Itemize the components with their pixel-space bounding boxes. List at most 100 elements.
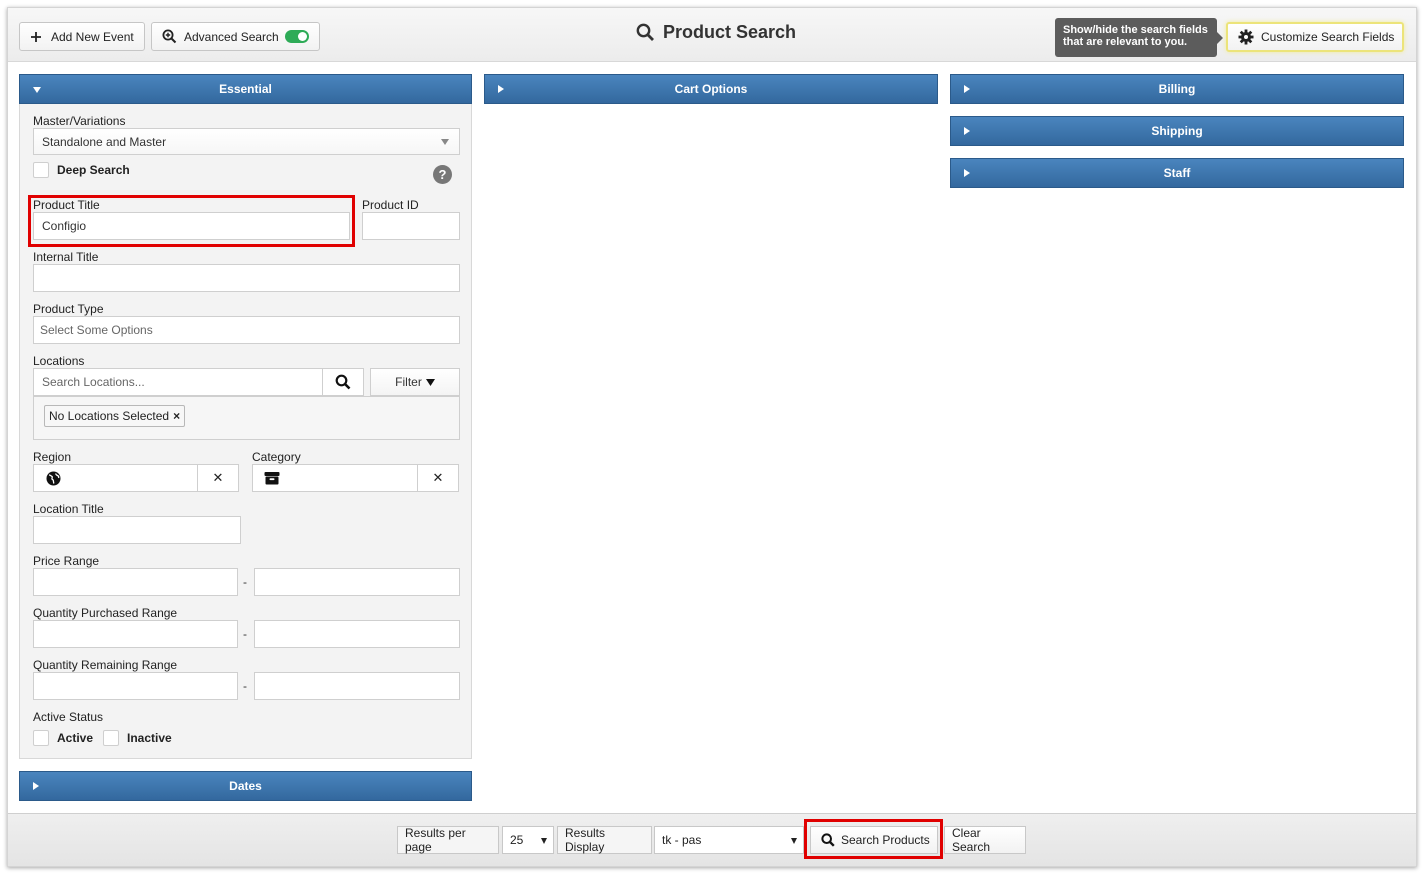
- locations-placeholder: Search Locations...: [42, 375, 145, 389]
- product-id-label: Product ID: [362, 198, 419, 212]
- help-icon[interactable]: ?: [433, 165, 452, 184]
- category-select[interactable]: [252, 464, 418, 492]
- price-range-max-input[interactable]: [254, 568, 460, 596]
- search-icon: [636, 23, 654, 41]
- results-display-value: tk - pas: [662, 833, 702, 847]
- locations-search-input[interactable]: Search Locations...: [33, 368, 323, 396]
- chevron-down-icon: [33, 87, 41, 93]
- no-locations-text: No Locations Selected: [49, 409, 170, 423]
- page-title-text: Product Search: [663, 22, 797, 42]
- category-clear-button[interactable]: ✕: [417, 464, 459, 492]
- advanced-search-toggle[interactable]: [284, 30, 309, 43]
- results-per-page-select[interactable]: 25: [502, 826, 554, 854]
- panel-shipping-title: Shipping: [1151, 124, 1203, 138]
- master-variations-label: Master/Variations: [33, 114, 126, 128]
- close-icon: ✕: [212, 470, 224, 485]
- internal-title-input[interactable]: [33, 264, 460, 292]
- panel-dates-title: Dates: [229, 779, 262, 793]
- qty-purchased-label: Quantity Purchased Range: [33, 606, 178, 620]
- range-separator: -: [243, 575, 247, 589]
- deep-search-label: Deep Search: [57, 163, 130, 177]
- panel-billing-header[interactable]: Billing: [950, 74, 1404, 104]
- range-separator: -: [243, 679, 247, 693]
- panel-essential-title: Essential: [219, 82, 272, 96]
- active-status-label: Active Status: [33, 710, 104, 724]
- customize-search-fields-button[interactable]: Customize Search Fields: [1226, 22, 1405, 52]
- category-label: Category: [252, 450, 301, 464]
- chevron-right-icon: [964, 169, 970, 177]
- close-icon: ✕: [432, 470, 444, 485]
- zoom-in-icon: [162, 29, 177, 44]
- tag-remove-icon[interactable]: ×: [173, 409, 180, 423]
- qty-purchased-max-input[interactable]: [254, 620, 460, 648]
- panel-shipping-header[interactable]: Shipping: [950, 116, 1404, 146]
- qty-remaining-max-input[interactable]: [254, 672, 460, 700]
- add-new-event-button[interactable]: Add New Event: [19, 22, 145, 51]
- master-variations-value: Standalone and Master: [42, 134, 167, 149]
- qty-remaining-min-input[interactable]: [33, 672, 238, 700]
- customize-label: Customize Search Fields: [1261, 30, 1395, 44]
- selected-locations-box: No Locations Selected ×: [33, 396, 460, 440]
- caret-down-icon: [425, 378, 435, 386]
- region-clear-button[interactable]: ✕: [197, 464, 239, 492]
- advanced-search-button[interactable]: Advanced Search: [151, 22, 320, 51]
- page-title: Product Search: [636, 22, 796, 43]
- results-display-label: Results Display: [557, 826, 652, 854]
- range-separator: -: [243, 627, 247, 641]
- search-icon: [335, 374, 351, 390]
- advanced-search-label: Advanced Search: [184, 29, 279, 44]
- deep-search-checkbox[interactable]: [33, 162, 49, 178]
- tooltip-line-1: Show/hide the search fields: [1063, 24, 1208, 36]
- active-checkbox[interactable]: [33, 730, 49, 746]
- essential-panel-body: Master/Variations Standalone and Master …: [19, 104, 472, 759]
- product-type-label: Product Type: [33, 302, 104, 316]
- chevron-right-icon: [498, 85, 504, 93]
- master-variations-select[interactable]: Standalone and Master: [33, 128, 460, 155]
- plus-icon: [31, 31, 41, 42]
- customize-tooltip: Show/hide the search fields that are rel…: [1055, 18, 1223, 57]
- clear-search-label: Clear Search: [952, 826, 991, 854]
- caret-down-icon: [541, 838, 547, 844]
- chevron-right-icon: [33, 782, 39, 790]
- results-per-page-value: 25: [510, 833, 524, 847]
- price-range-label: Price Range: [33, 554, 100, 568]
- caret-down-icon: [791, 838, 797, 844]
- qty-purchased-min-input[interactable]: [33, 620, 238, 648]
- no-locations-tag: No Locations Selected ×: [44, 405, 186, 427]
- panel-dates-header[interactable]: Dates: [19, 771, 472, 801]
- panel-billing-title: Billing: [1158, 82, 1196, 96]
- search-products-highlight: [804, 819, 943, 859]
- price-range-min-input[interactable]: [33, 568, 238, 596]
- gear-icon: [1238, 29, 1254, 45]
- qty-remaining-label: Quantity Remaining Range: [33, 658, 178, 672]
- product-id-input[interactable]: [362, 212, 460, 240]
- location-title-label: Location Title: [33, 502, 104, 516]
- add-new-event-label: Add New Event: [51, 29, 134, 44]
- globe-icon: [46, 471, 61, 485]
- product-type-multiselect[interactable]: Select Some Options: [33, 316, 460, 344]
- panel-staff-header[interactable]: Staff: [950, 158, 1404, 188]
- panel-essential-header[interactable]: Essential: [19, 74, 472, 104]
- locations-filter-button[interactable]: Filter: [370, 368, 460, 396]
- inactive-label: Inactive: [127, 731, 172, 745]
- inactive-checkbox[interactable]: [103, 730, 119, 746]
- top-toolbar: Add New Event Advanced Search Product Se…: [8, 8, 1416, 62]
- location-title-input[interactable]: [33, 516, 241, 544]
- clear-search-button[interactable]: Clear Search: [944, 826, 1026, 854]
- results-per-page-label: Results per page: [397, 826, 499, 854]
- internal-title-label: Internal Title: [33, 250, 99, 264]
- results-display-select[interactable]: tk - pas: [654, 826, 804, 854]
- region-select[interactable]: [33, 464, 199, 492]
- chevron-right-icon: [964, 85, 970, 93]
- panel-cart-options-header[interactable]: Cart Options: [484, 74, 938, 104]
- tooltip-line-2: that are relevant to you.: [1063, 36, 1188, 48]
- chevron-right-icon: [964, 127, 970, 135]
- bottom-toolbar: Results per page 25 Results Display tk -…: [8, 813, 1416, 866]
- region-label: Region: [33, 450, 72, 464]
- caret-down-icon: [441, 139, 449, 145]
- panel-staff-title: Staff: [1163, 166, 1191, 180]
- locations-search-button[interactable]: [322, 368, 364, 396]
- panel-cart-options-title: Cart Options: [674, 82, 748, 96]
- product-type-placeholder: Select Some Options: [40, 323, 153, 337]
- locations-label: Locations: [33, 354, 85, 368]
